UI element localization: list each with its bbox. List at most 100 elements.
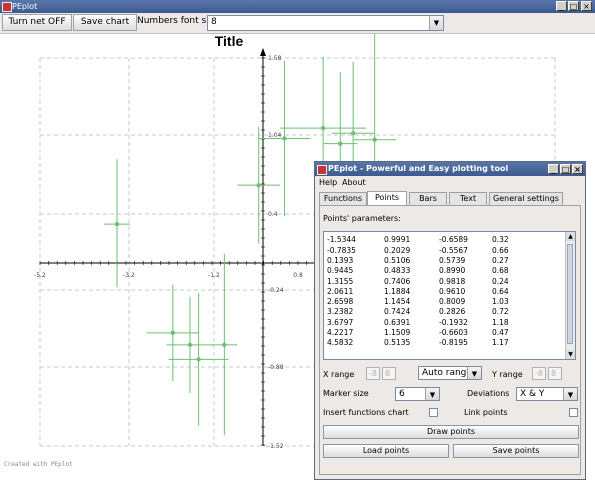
y-tick-label: 0.4 xyxy=(268,211,278,218)
tab-general-settings[interactable]: General settings xyxy=(489,192,563,205)
font-size-value: 8 xyxy=(211,17,217,27)
deviations-select[interactable]: X & Y ▼ xyxy=(516,387,578,401)
points-cell: 4.5832 xyxy=(327,338,354,348)
points-panel: Points' parameters: -4.55160.16001.15001… xyxy=(319,205,581,475)
points-cell: 0.9991 xyxy=(384,235,411,245)
turn-net-off-button[interactable]: Turn net OFF xyxy=(2,14,72,31)
points-cell: -0.6589 xyxy=(439,235,468,245)
y-tick-label: 1.58 xyxy=(268,55,282,62)
points-row[interactable]: 0.9445 0.4833 0.8990 0.68 xyxy=(324,266,564,276)
x-range-label: X range xyxy=(323,370,355,379)
dialog-minimize-button[interactable]: _ xyxy=(548,164,559,174)
tab-points[interactable]: Points xyxy=(367,191,407,205)
points-cell: -0.6603 xyxy=(439,328,468,337)
points-cell: 0.27 xyxy=(492,255,509,265)
marker-size-select[interactable]: 6 ▼ xyxy=(395,387,440,401)
insert-functions-label: Insert functions chart xyxy=(323,408,409,417)
points-row[interactable]: 3.6797 0.6391 -0.1932 1.18 xyxy=(324,318,564,328)
x-tick-label: -1.2 xyxy=(208,272,220,279)
save-chart-button[interactable]: Save chart xyxy=(73,14,137,31)
points-cell: 1.3155 xyxy=(327,276,354,286)
dialog-titlebar: PEplot - Powerful and Easy plotting tool… xyxy=(315,162,585,176)
draw-points-button[interactable]: Draw points xyxy=(323,425,579,439)
points-cell: 0.2029 xyxy=(384,245,411,255)
points-cell: 0.66 xyxy=(492,245,509,255)
data-point xyxy=(338,141,343,146)
save-points-button[interactable]: Save points xyxy=(453,444,579,458)
x-range-max-input[interactable]: 8 xyxy=(382,367,396,380)
data-point xyxy=(222,342,227,348)
tab-functions[interactable]: Functions xyxy=(319,192,367,205)
data-point xyxy=(372,137,377,142)
data-point xyxy=(187,342,193,348)
points-cell: 0.9818 xyxy=(439,276,466,286)
minimize-button[interactable]: _ xyxy=(556,1,567,11)
points-cell: 1.1454 xyxy=(384,297,411,307)
points-cell: 0.8990 xyxy=(439,266,466,276)
tab-bars[interactable]: Bars xyxy=(409,192,447,205)
settings-dialog: PEplot - Powerful and Easy plotting tool… xyxy=(314,161,586,480)
points-cell: 0.64 xyxy=(492,286,509,296)
scroll-thumb[interactable] xyxy=(567,244,573,344)
points-cell: 1.03 xyxy=(492,297,509,307)
points-cell: 0.7424 xyxy=(384,307,411,317)
close-button[interactable]: × xyxy=(581,1,592,11)
tab-text[interactable]: Text xyxy=(449,192,487,205)
points-cell: 0.5135 xyxy=(384,338,411,348)
dialog-close-button[interactable]: × xyxy=(572,164,583,174)
deviations-label: Deviations xyxy=(467,389,510,398)
chart-title: Title xyxy=(215,34,244,49)
link-points-checkbox[interactable] xyxy=(569,408,578,417)
maximize-button[interactable]: □ xyxy=(568,1,579,11)
points-list[interactable]: -4.55160.16001.15001.13-1.53440.9991-0.6… xyxy=(323,231,576,360)
points-cell: 0.7406 xyxy=(384,276,411,286)
insert-functions-checkbox[interactable] xyxy=(429,408,438,417)
points-cell: 1.1509 xyxy=(384,328,411,337)
scroll-down-icon[interactable]: ▼ xyxy=(566,350,575,359)
y-range-max-input[interactable]: 8 xyxy=(548,367,562,380)
points-row[interactable]: 2.6598 1.1454 0.8009 1.03 xyxy=(324,297,564,307)
points-row[interactable]: 4.2217 1.1509 -0.6603 0.47 xyxy=(324,328,564,338)
data-point xyxy=(282,136,287,141)
points-cell: 0.6391 xyxy=(384,317,411,327)
points-cell: -1.5344 xyxy=(327,235,356,245)
y-range-min-input[interactable]: -8 xyxy=(532,367,546,380)
dialog-maximize-button[interactable]: □ xyxy=(560,164,571,174)
points-cell: -0.5567 xyxy=(439,245,468,255)
marker-size-value: 6 xyxy=(399,389,405,399)
y-tick-label: -0.88 xyxy=(268,364,284,371)
points-cell: 1.18 xyxy=(492,317,509,327)
points-scrollbar[interactable]: ▲ ▼ xyxy=(565,232,575,359)
font-size-select[interactable]: 8 ▼ xyxy=(207,15,444,31)
menu-about[interactable]: About xyxy=(342,178,366,187)
points-row[interactable]: -0.7835 0.2029 -0.5567 0.66 xyxy=(324,246,564,256)
points-row[interactable]: 0.1393 0.5106 0.5739 0.27 xyxy=(324,256,564,266)
points-cell: 1.1884 xyxy=(384,286,411,296)
chevron-down-icon: ▼ xyxy=(563,388,577,400)
points-cell: 0.68 xyxy=(492,266,509,276)
x-range-min-input[interactable]: -8 xyxy=(366,367,380,380)
points-row[interactable]: 4.5832 0.5135 -0.8195 1.17 xyxy=(324,338,564,348)
points-cell: 1.17 xyxy=(492,338,509,348)
app-icon xyxy=(2,2,12,12)
x-tick-label: 0.8 xyxy=(293,272,303,279)
data-point xyxy=(256,182,261,188)
scroll-up-icon[interactable]: ▲ xyxy=(566,232,575,241)
chevron-down-icon: ▼ xyxy=(467,367,481,379)
toolbar: Turn net OFF Save chart Numbers font siz… xyxy=(0,13,595,34)
points-row[interactable]: -1.5344 0.9991 -0.6589 0.32 xyxy=(324,235,564,245)
x-tick-label: -3.2 xyxy=(123,272,135,279)
points-row[interactable]: 3.2382 0.7424 0.2826 0.72 xyxy=(324,307,564,317)
auto-range-value: Auto range xyxy=(422,368,472,378)
points-cell: 0.47 xyxy=(492,328,509,337)
points-cell: 0.1393 xyxy=(327,255,354,265)
points-cell: -0.7835 xyxy=(327,245,356,255)
load-points-button[interactable]: Load points xyxy=(323,444,449,458)
points-row[interactable]: 2.0611 1.1884 0.9610 0.64 xyxy=(324,287,564,297)
points-row[interactable]: 1.3155 0.7406 0.9818 0.24 xyxy=(324,277,564,287)
data-point xyxy=(196,357,201,362)
auto-range-select[interactable]: Auto range ▼ xyxy=(418,366,482,380)
menu-help[interactable]: Help xyxy=(319,178,337,187)
points-cell: 0.2826 xyxy=(439,307,466,317)
points-cell: 0.72 xyxy=(492,307,509,317)
